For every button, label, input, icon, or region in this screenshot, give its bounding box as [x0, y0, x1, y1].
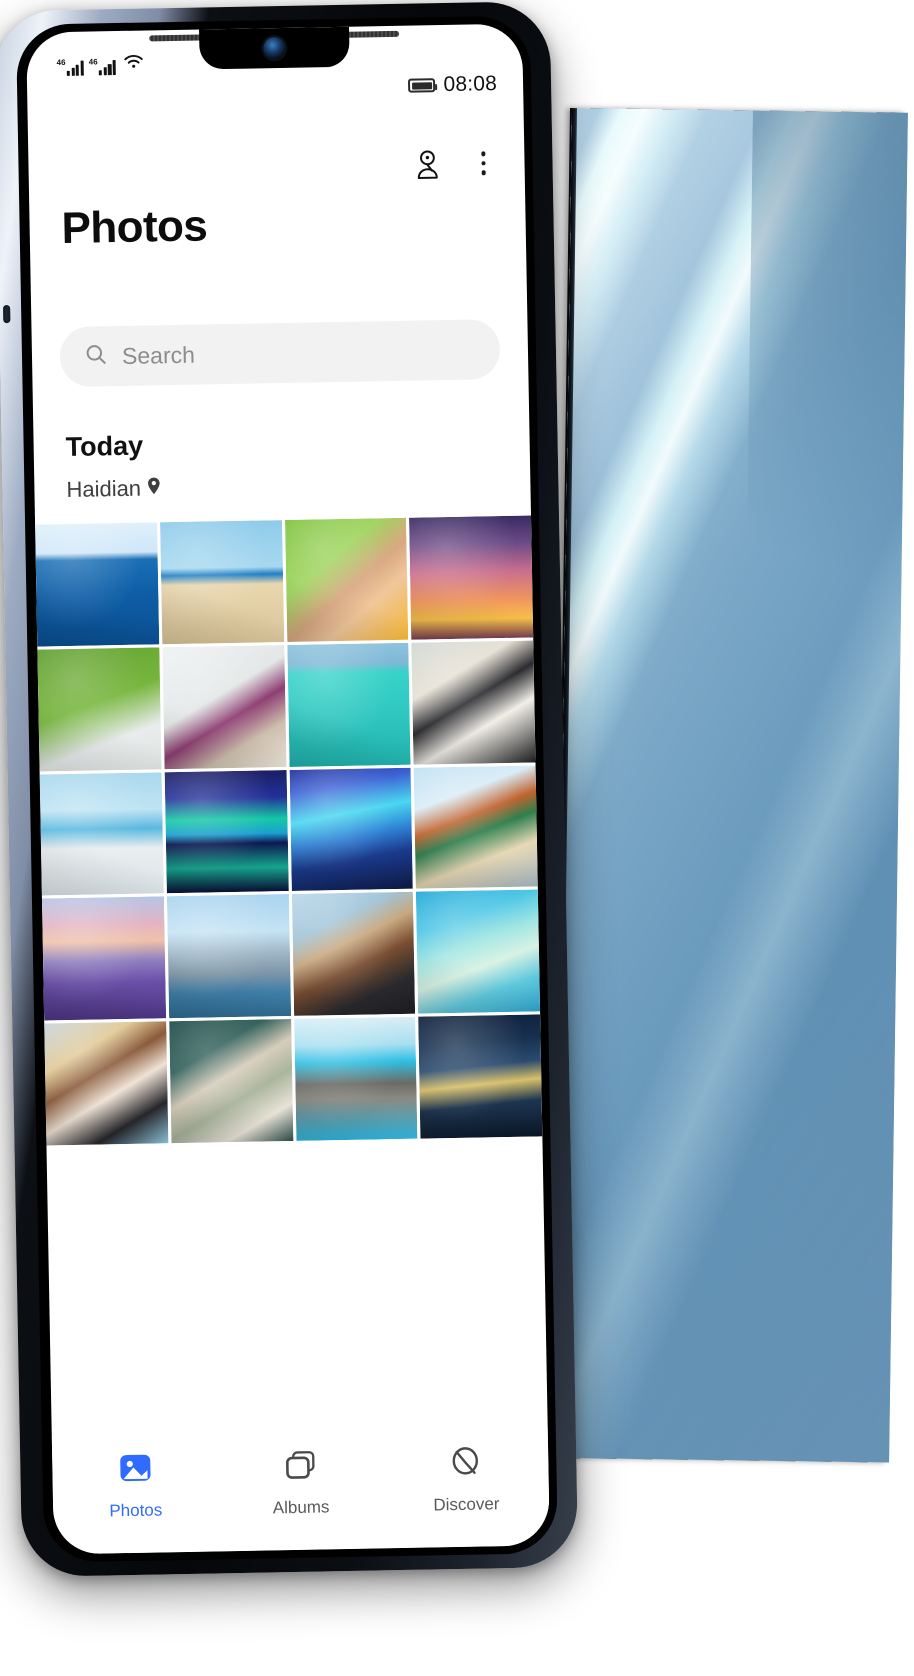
tab-discover[interactable]: Discover [383, 1441, 550, 1516]
signal-bars-icon: 46 [57, 58, 85, 76]
tab-label: Discover [433, 1494, 500, 1515]
tab-label: Albums [272, 1497, 330, 1518]
photo-thumbnail-city-skyline-bay[interactable] [166, 894, 291, 1019]
photo-thumbnail-lavender-field-sunset[interactable] [41, 896, 166, 1021]
photo-thumbnail-aurora-over-lake[interactable] [164, 769, 289, 894]
search-placeholder: Search [121, 341, 196, 369]
status-bar-right: 08:08 [408, 72, 497, 98]
back-panel-gloss [553, 108, 908, 1463]
section-location-label: Haidian [66, 475, 142, 503]
tab-albums[interactable]: Albums [217, 1444, 384, 1519]
photo-thumbnail-saint-basil-cathedral[interactable] [413, 764, 538, 889]
photo-grid [35, 515, 543, 1146]
photo-thumbnail-night-city-harbor[interactable] [418, 1014, 543, 1139]
photo-thumbnail-kid-lying-on-grass[interactable] [37, 647, 162, 772]
tab-label: Photos [109, 1500, 163, 1521]
photo-thumbnail-woman-portrait-grass[interactable] [284, 517, 409, 642]
device-back-panel [553, 108, 908, 1463]
photo-thumbnail-aurora-over-mountain[interactable] [289, 767, 414, 892]
photo-thumbnail-woman-straw-hat[interactable] [44, 1021, 169, 1146]
photo-icon [116, 1449, 155, 1493]
microphone-hole [3, 305, 11, 324]
photo-thumbnail-woman-selfie-coast[interactable] [291, 891, 416, 1016]
status-bar: 46 46 08:08 [26, 24, 523, 98]
device-front: 46 46 08:08 Photos Search Today Haidian … [0, 1, 582, 1581]
photo-thumbnail-child-on-beach[interactable] [159, 520, 284, 645]
status-bar-left: 46 46 [56, 53, 145, 77]
location-person-icon[interactable] [410, 147, 445, 182]
signal-bars-icon-2: 46 [89, 57, 117, 76]
photo-thumbnail-aerial-turquoise-shore[interactable] [416, 889, 541, 1014]
photo-thumbnail-snorkeler-turquoise-sea[interactable] [286, 642, 411, 767]
battery-icon [408, 78, 436, 93]
search-icon [84, 342, 109, 371]
photo-thumbnail-woman-green-jacket[interactable] [168, 1018, 293, 1143]
page-title: Photos [61, 201, 208, 254]
photo-thumbnail-poolside-loungers[interactable] [293, 1016, 418, 1141]
bottom-tab-bar: Photos Albums Discover [51, 1427, 550, 1555]
albums-stack-icon [281, 1446, 320, 1490]
photo-thumbnail-infinity-pool[interactable] [39, 771, 164, 896]
map-pin-icon [146, 475, 161, 501]
header-actions [410, 146, 501, 182]
search-input[interactable]: Search [59, 319, 501, 388]
section-location: Haidian [66, 475, 161, 503]
photo-thumbnail-ocean-waves[interactable] [35, 522, 160, 647]
wifi-icon [123, 53, 145, 75]
discover-circle-icon [446, 1443, 485, 1487]
phone-screen: 46 46 08:08 Photos Search Today Haidian … [26, 23, 550, 1555]
more-vertical-icon[interactable] [466, 146, 501, 181]
status-bar-clock: 08:08 [443, 72, 498, 97]
screenshot-canvas: 46 46 08:08 Photos Search Today Haidian … [0, 0, 914, 1676]
photo-thumbnail-woman-hat-sunglasses[interactable] [411, 640, 536, 765]
app-header [28, 142, 525, 211]
tab-photos[interactable]: Photos [52, 1447, 219, 1522]
section-title: Today [65, 430, 144, 463]
photo-thumbnail-girl-jumping-indoors[interactable] [162, 644, 287, 769]
photo-thumbnail-sunset-clouds[interactable] [409, 515, 534, 640]
